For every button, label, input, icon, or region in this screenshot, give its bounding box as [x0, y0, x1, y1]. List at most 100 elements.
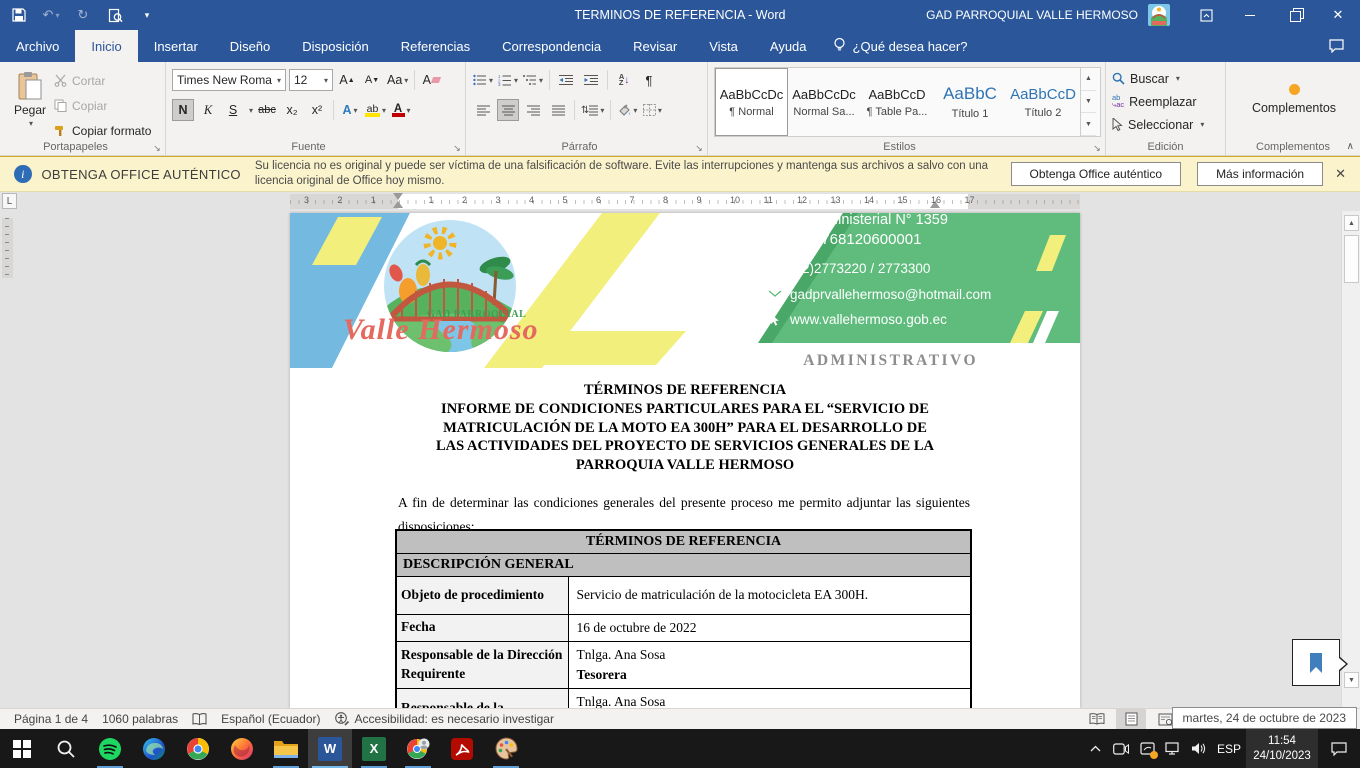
multilevel-list-button[interactable]: ▾: [522, 69, 544, 91]
shrink-font-button[interactable]: A▼: [361, 69, 383, 91]
format-painter-button[interactable]: Copiar formato: [54, 120, 151, 141]
style-normal[interactable]: AaBbCcDc ¶ Normal: [715, 68, 788, 136]
tab-diseno[interactable]: Diseño: [214, 30, 286, 62]
scroll-down-icon[interactable]: ▼: [1344, 672, 1359, 688]
style-titulo-1[interactable]: AaBbC Título 1: [934, 68, 1007, 136]
taskbar-paint-icon[interactable]: [484, 729, 528, 768]
read-mode-icon[interactable]: [1082, 709, 1112, 729]
taskbar-chrome-profile-icon[interactable]: [396, 729, 440, 768]
borders-button[interactable]: ▾: [641, 99, 663, 121]
tray-expand-icon[interactable]: [1082, 729, 1108, 768]
paragraph-dialog-launcher[interactable]: ↘: [694, 143, 704, 153]
increase-indent-button[interactable]: [580, 69, 602, 91]
vertical-scrollbar[interactable]: ▲ ▼: [1341, 211, 1360, 708]
customize-qat-icon[interactable]: ▾: [138, 6, 156, 24]
font-size-combo[interactable]: 12▾: [289, 69, 333, 91]
clipboard-dialog-launcher[interactable]: ↘: [152, 143, 162, 153]
italic-button[interactable]: K: [197, 99, 219, 121]
text-effects-button[interactable]: A▾: [339, 99, 361, 121]
styles-dialog-launcher[interactable]: ↘: [1092, 143, 1102, 153]
word-count[interactable]: 1060 palabras: [102, 712, 178, 726]
change-case-button[interactable]: Aa▾: [386, 69, 409, 91]
underline-button[interactable]: S: [222, 99, 244, 121]
account-avatar[interactable]: [1148, 4, 1170, 26]
addins-button[interactable]: Complementos: [1232, 67, 1356, 131]
bullets-button[interactable]: ▾: [472, 69, 494, 91]
styles-more-button[interactable]: ▼: [1081, 113, 1096, 136]
strikethrough-button[interactable]: abc: [256, 99, 278, 121]
first-line-indent-marker[interactable]: [393, 193, 403, 200]
print-preview-icon[interactable]: [106, 6, 124, 24]
network-icon[interactable]: [1160, 729, 1186, 768]
decrease-indent-button[interactable]: [555, 69, 577, 91]
ribbon-display-options-icon[interactable]: [1184, 0, 1228, 30]
select-button[interactable]: Seleccionar▾: [1112, 113, 1221, 136]
taskbar-explorer-icon[interactable]: [264, 729, 308, 768]
underline-caret[interactable]: ▾: [249, 106, 253, 115]
justify-button[interactable]: [547, 99, 569, 121]
taskbar-excel-icon[interactable]: X: [352, 729, 396, 768]
sort-button[interactable]: AZ↓: [613, 69, 635, 91]
print-layout-icon[interactable]: [1116, 709, 1146, 729]
horizontal-ruler[interactable]: L 3211234567891011121314151617: [0, 192, 1360, 211]
scroll-up-icon[interactable]: ▲: [1344, 215, 1359, 231]
collapse-ribbon-icon[interactable]: ∧: [1347, 141, 1354, 152]
reading-position-bookmark[interactable]: [1292, 639, 1340, 686]
tab-inicio[interactable]: Inicio: [75, 30, 137, 62]
get-genuine-office-button[interactable]: Obtenga Office auténtico: [1011, 162, 1182, 186]
taskbar-edge-icon[interactable]: [132, 729, 176, 768]
taskbar-word-icon[interactable]: W: [308, 729, 352, 768]
start-button[interactable]: [0, 729, 44, 768]
bold-button[interactable]: N: [172, 99, 194, 121]
find-button[interactable]: Buscar▾: [1112, 67, 1221, 90]
font-color-button[interactable]: A▾: [390, 99, 412, 121]
comment-icon[interactable]: [1329, 30, 1360, 62]
taskbar-clock[interactable]: 11:54 24/10/2023: [1246, 729, 1318, 768]
taskbar-spotify-icon[interactable]: [88, 729, 132, 768]
action-center-icon[interactable]: [1318, 729, 1360, 768]
paste-button[interactable]: Pegar ▾: [6, 67, 54, 139]
superscript-button[interactable]: x²: [306, 99, 328, 121]
tab-ayuda[interactable]: Ayuda: [754, 30, 823, 62]
styles-scroll-up[interactable]: ▲: [1081, 68, 1096, 91]
align-right-button[interactable]: [522, 99, 544, 121]
vertical-ruler[interactable]: [2, 218, 13, 278]
show-hide-marks-button[interactable]: ¶: [638, 69, 660, 91]
align-center-button[interactable]: [497, 99, 519, 121]
clear-formatting-button[interactable]: A: [420, 69, 442, 91]
copy-button[interactable]: Copiar: [54, 95, 151, 116]
tab-correspondencia[interactable]: Correspondencia: [486, 30, 617, 62]
volume-icon[interactable]: [1186, 729, 1212, 768]
redo-icon[interactable]: ↻: [74, 6, 92, 24]
more-info-button[interactable]: Más información: [1197, 162, 1323, 186]
proofing-icon[interactable]: [192, 713, 207, 726]
highlight-button[interactable]: ab▾: [364, 99, 387, 121]
font-dialog-launcher[interactable]: ↘: [452, 143, 462, 153]
save-icon[interactable]: [10, 6, 28, 24]
language-indicator[interactable]: Español (Ecuador): [221, 712, 320, 726]
tab-selector[interactable]: L: [2, 193, 17, 209]
style-normal-sa[interactable]: AaBbCcDc Normal Sa...: [788, 68, 861, 136]
styles-scroll-down[interactable]: ▼: [1081, 91, 1096, 114]
close-button[interactable]: ✕: [1316, 0, 1360, 30]
subscript-button[interactable]: x₂: [281, 99, 303, 121]
account-name[interactable]: GAD PARROQUIAL VALLE HERMOSO: [926, 8, 1138, 22]
taskbar-search-icon[interactable]: [44, 729, 88, 768]
meet-now-icon[interactable]: [1108, 729, 1134, 768]
grow-font-button[interactable]: A▲: [336, 69, 358, 91]
accessibility-status[interactable]: Accesibilidad: es necesario investigar: [335, 712, 554, 726]
tab-insertar[interactable]: Insertar: [138, 30, 214, 62]
replace-button[interactable]: ab⤷ac Reemplazar: [1112, 90, 1221, 113]
left-indent-marker[interactable]: [393, 201, 403, 208]
minimize-button[interactable]: [1228, 0, 1272, 30]
taskbar-chrome-icon[interactable]: [176, 729, 220, 768]
font-name-combo[interactable]: Times New Roma▾: [172, 69, 286, 91]
style-titulo-2[interactable]: AaBbCcD Título 2: [1007, 68, 1080, 136]
language-switcher[interactable]: ESP: [1212, 742, 1246, 756]
scroll-thumb[interactable]: [1344, 235, 1359, 283]
tab-referencias[interactable]: Referencias: [385, 30, 486, 62]
notice-close-icon[interactable]: ✕: [1335, 166, 1346, 182]
tab-revisar[interactable]: Revisar: [617, 30, 693, 62]
document-page[interactable]: Acuerdo Ministerial N° 1359 RUC : 176812…: [290, 213, 1080, 708]
taskbar-firefox-icon[interactable]: [220, 729, 264, 768]
